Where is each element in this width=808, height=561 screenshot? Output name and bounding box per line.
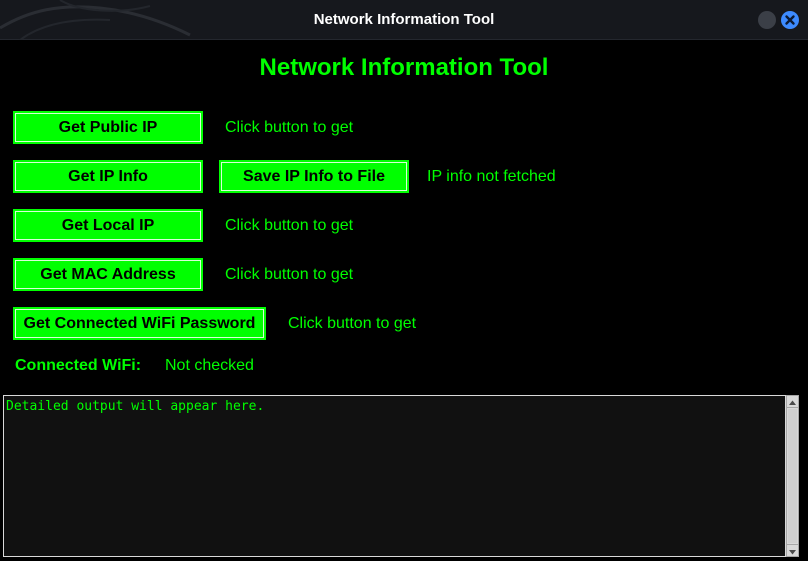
public-ip-status: Click button to get	[225, 119, 354, 136]
get-ip-info-button[interactable]: Get IP Info	[13, 160, 203, 193]
close-icon	[785, 15, 795, 25]
title-bar: Network Information Tool	[0, 0, 808, 40]
wifi-password-status: Click button to get	[288, 315, 417, 332]
chevron-up-icon	[789, 400, 796, 405]
scroll-down-arrow[interactable]	[787, 544, 798, 556]
ip-info-status: IP info not fetched	[427, 168, 556, 185]
output-textarea[interactable]: Detailed output will appear here.	[3, 395, 786, 557]
window-title: Network Information Tool	[313, 11, 495, 28]
scroll-thumb[interactable]	[788, 409, 797, 543]
minimize-button[interactable]	[758, 11, 776, 29]
page-heading: Network Information Tool	[259, 54, 549, 81]
scroll-up-arrow[interactable]	[787, 396, 798, 408]
chevron-down-icon	[789, 550, 796, 555]
local-ip-status: Click button to get	[225, 217, 354, 234]
output-scrollbar[interactable]	[786, 395, 799, 557]
mac-address-status: Click button to get	[225, 266, 354, 283]
close-button[interactable]	[781, 11, 799, 29]
get-wifi-password-button[interactable]: Get Connected WiFi Password	[13, 307, 266, 340]
connected-wifi-value: Not checked	[165, 357, 254, 374]
get-mac-address-button[interactable]: Get MAC Address	[13, 258, 203, 291]
get-local-ip-button[interactable]: Get Local IP	[13, 209, 203, 242]
save-ip-info-button[interactable]: Save IP Info to File	[219, 160, 409, 193]
get-public-ip-button[interactable]: Get Public IP	[13, 111, 203, 144]
connected-wifi-label: Connected WiFi:	[15, 357, 142, 374]
